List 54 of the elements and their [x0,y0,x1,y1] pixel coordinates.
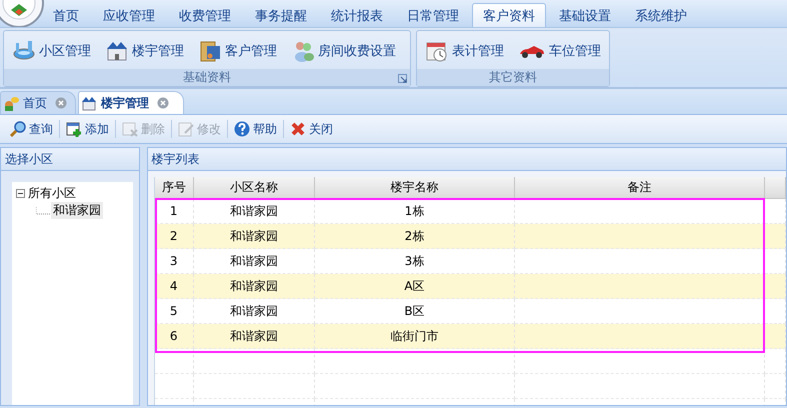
toolbar-button[interactable]: 帮助 [230,118,281,140]
table-cell: 4 [154,274,194,298]
menu-tab[interactable]: 统计报表 [320,3,394,27]
panel-title: 选择小区 [1,148,138,171]
toolbar-button[interactable]: 查询 [6,118,57,140]
folder-icon [198,39,222,63]
document-tab[interactable]: 首页 [0,91,76,114]
menu-tab[interactable]: 应收管理 [92,3,166,27]
ribbon-button[interactable]: 车位管理 [516,37,603,65]
tree-line [36,206,50,214]
table-cell: 2栋 [314,224,514,248]
panel-title: 楼宇列表 [148,148,786,171]
document-tab[interactable]: 楼宇管理 [78,91,184,114]
toolbar-button[interactable]: 关闭 [286,118,337,140]
table-cell: A区 [314,274,514,298]
column-header[interactable]: 小区名称 [194,177,314,198]
table-cell: 2 [154,224,194,248]
collapse-icon[interactable] [16,189,25,198]
column-header[interactable]: 序号 [154,177,194,198]
edit-icon [178,121,194,137]
table-cell: 和谐家园 [194,274,314,298]
column-header[interactable]: 楼宇名称 [314,177,514,198]
search-icon [10,121,26,137]
ribbon-button[interactable]: 房间收费设置 [289,37,398,65]
menu-tab[interactable]: 日常管理 [396,3,470,27]
close-icon[interactable] [157,97,169,109]
close-icon [290,121,306,137]
table-cell: 临街门市 [314,324,514,348]
ribbon-button[interactable]: 客户管理 [196,37,279,65]
menu-tab[interactable]: 客户资料 [472,3,546,27]
group-label: 基础资料 [183,69,231,86]
add-table-icon [66,121,82,137]
column-header[interactable]: 备注 [514,177,764,198]
house-icon [81,95,97,111]
menu-tab[interactable]: 收费管理 [168,3,242,27]
tree-item[interactable]: 所有小区 [26,185,78,202]
ribbon-button[interactable]: 小区管理 [10,37,93,65]
toolbar-button[interactable]: 添加 [62,118,113,140]
close-icon[interactable] [55,97,67,109]
table-cell: 6 [154,324,194,348]
people-icon [3,95,19,111]
menu-tab[interactable]: 首页 [42,3,90,27]
menu-tab[interactable]: 基础设置 [548,3,622,27]
tree-item[interactable]: 和谐家园 [51,202,103,219]
menu-tab[interactable]: 事务提醒 [244,3,318,27]
dialog-launcher-icon[interactable] [398,74,407,83]
delete-table-icon [122,121,138,137]
menu-tab[interactable]: 系统维护 [624,3,698,27]
group-label: 其它资料 [489,69,537,86]
ribbon-button[interactable]: 楼宇管理 [103,37,186,65]
ribbon-button[interactable]: 表计管理 [423,37,506,65]
table-cell: 和谐家园 [194,224,314,248]
table-cell: 和谐家园 [194,324,314,348]
help-icon [234,121,250,137]
